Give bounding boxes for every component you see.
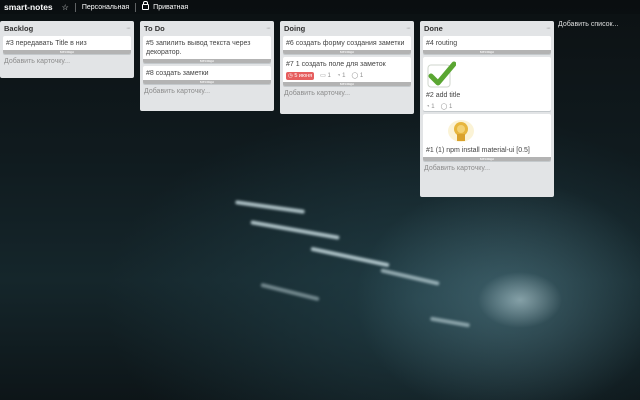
visibility-label: Приватная (153, 4, 189, 11)
card-cover-bar: месяцы (423, 157, 551, 161)
divider (74, 2, 76, 12)
card[interactable]: #6 создать форму создания заметки месяцы (283, 36, 411, 54)
due-date-badge[interactable]: ◷ 5 июня (286, 71, 315, 80)
comment-icon: ◯ (440, 104, 448, 110)
card-cover-bar: месяцы (423, 50, 551, 54)
bg-streak (429, 316, 471, 328)
card-cover-bar: месяцы (3, 50, 131, 54)
card[interactable]: #3 передавать Title в низ месяцы (3, 36, 131, 54)
list-header: To Do ··· (143, 21, 271, 36)
card[interactable]: #7 1 создать поле для заметок ◷ 5 июня ▭… (283, 57, 411, 86)
due-date-label: 5 июня (294, 72, 313, 79)
list-menu-icon[interactable]: ··· (266, 25, 271, 32)
card-badges: ◷ 5 июня ▭ 1 ◔ 1 ◯ 1 (286, 71, 408, 80)
bg-streak (310, 246, 390, 268)
card-title: #3 передавать Title в низ (6, 40, 87, 47)
org-link[interactable]: Персональная (82, 4, 129, 11)
card-cover-bar: месяцы (283, 50, 411, 54)
divider (135, 2, 137, 12)
bg-streak (380, 268, 440, 286)
bg-streak (260, 282, 320, 302)
card-cover-bar: месяцы (283, 82, 411, 86)
award-badge-icon (446, 118, 476, 144)
card-title: #4 routing (426, 40, 458, 47)
card[interactable]: #8 создать заметки месяцы (143, 66, 271, 84)
checkmark-icon (426, 61, 457, 89)
list-backlog: Backlog ··· #3 передавать Title в низ ме… (0, 21, 134, 78)
list-header: Backlog ··· (3, 21, 131, 36)
watch-count: 1 (327, 73, 331, 79)
checklist-badge: ◔ 1 (426, 104, 435, 110)
card[interactable]: #2 add title ◔ 1 ◯ 1 (423, 57, 551, 111)
list-doing: Doing ··· #6 создать форму создания заме… (280, 21, 414, 114)
add-card-button[interactable]: Добавить карточку... (283, 90, 411, 97)
checklist-icon: ◔ (336, 72, 341, 79)
list-todo: To Do ··· #5 запилить вывод текста через… (140, 21, 274, 111)
list-done: Done ··· #4 routing месяцы #2 add title … (420, 21, 554, 197)
card[interactable]: #4 routing месяцы (423, 36, 551, 54)
bg-streak (235, 200, 305, 214)
checklist-count: 1 (342, 72, 346, 79)
eye-icon: ▭ (320, 73, 326, 79)
comment-icon: ◯ (351, 73, 359, 79)
card-cover-bar: месяцы (143, 80, 271, 84)
card-title: #1 (1) npm install material-ui [0.5] (426, 147, 530, 154)
card-badges: ◔ 1 ◯ 1 (426, 102, 548, 111)
board-header: smart-notes ☆ Персональная Приватная (0, 0, 640, 14)
list-title[interactable]: To Do (144, 24, 165, 33)
list-menu-icon[interactable]: ··· (546, 25, 551, 32)
board-title[interactable]: smart-notes (4, 2, 53, 12)
add-list-button[interactable]: Добавить список... (558, 21, 618, 28)
card-title: #5 запилить вывод текста через декоратор… (146, 40, 251, 56)
card-title: #7 1 создать поле для заметок (286, 61, 386, 68)
comments-count: 1 (359, 73, 364, 79)
add-card-button[interactable]: Добавить карточку... (3, 58, 131, 65)
add-card-button[interactable]: Добавить карточку... (143, 88, 271, 95)
checklist-icon: ◔ (426, 103, 430, 110)
lock-icon (142, 1, 150, 10)
watch-badge: ▭ 1 (320, 72, 331, 79)
checklist-count: 1 (431, 103, 435, 110)
list-menu-icon[interactable]: ··· (406, 25, 411, 32)
comments-badge: ◯ 1 (441, 103, 453, 110)
add-card-button[interactable]: Добавить карточку... (423, 165, 551, 172)
bg-streak (250, 220, 340, 240)
comments-count: 1 (449, 104, 453, 110)
card-cover-bar: месяцы (143, 59, 271, 63)
star-icon[interactable]: ☆ (62, 3, 69, 12)
card[interactable]: #5 запилить вывод текста через декоратор… (143, 36, 271, 63)
comments-badge: ◯ 1 (351, 72, 363, 79)
list-menu-icon[interactable]: ··· (126, 25, 131, 32)
card[interactable]: #1 (1) npm install material-ui [0.5] мес… (423, 114, 551, 161)
list-header: Doing ··· (283, 21, 411, 36)
list-title[interactable]: Backlog (4, 24, 33, 33)
card-title: #2 add title (426, 92, 461, 99)
list-title[interactable]: Done (424, 24, 443, 33)
checklist-badge: ◔ 1 (337, 73, 346, 79)
list-header: Done ··· (423, 21, 551, 36)
card-title: #8 создать заметки (146, 70, 209, 77)
card-title: #6 создать форму создания заметки (286, 40, 405, 47)
visibility-button[interactable]: Приватная (142, 1, 189, 11)
list-title[interactable]: Doing (284, 24, 305, 33)
